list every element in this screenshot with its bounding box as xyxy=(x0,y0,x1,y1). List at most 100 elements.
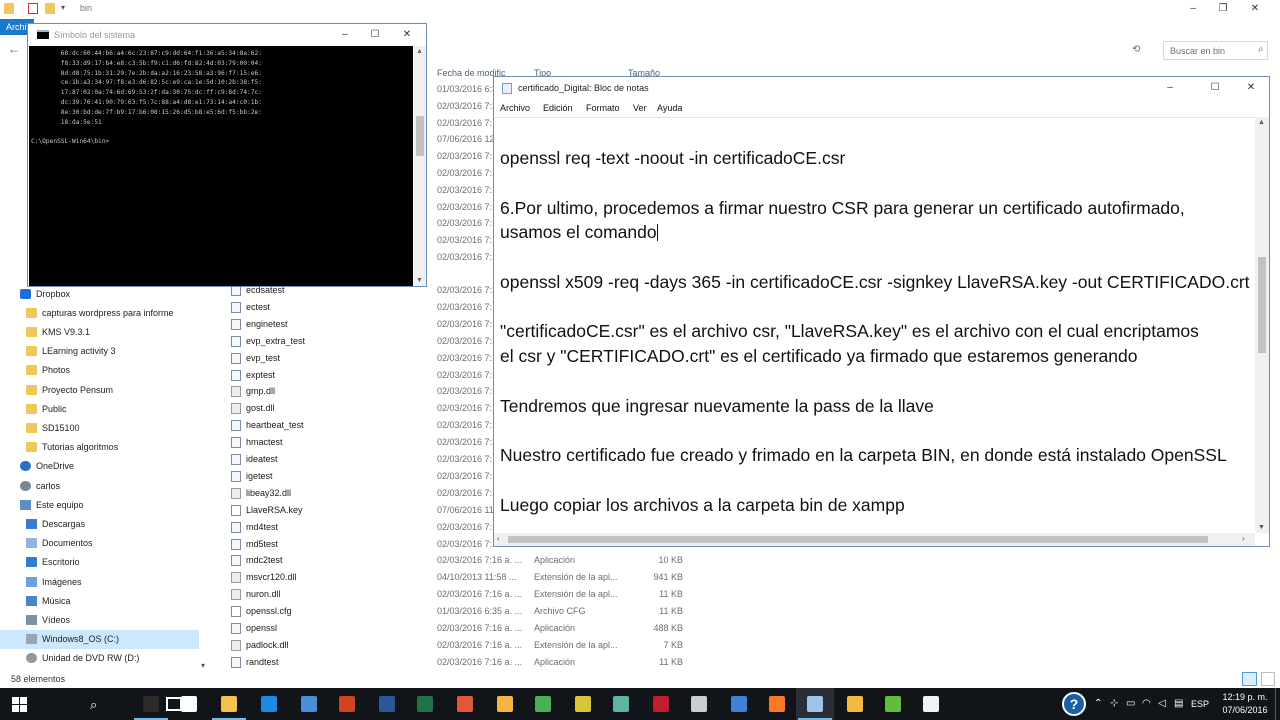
notepad-window[interactable]: certificado_Digital: Bloc de notas – ☐ ✕… xyxy=(493,76,1270,547)
chrome-app-button[interactable] xyxy=(524,688,562,720)
menu-formato[interactable]: Formato xyxy=(586,103,620,113)
scroll-thumb[interactable] xyxy=(508,536,1208,543)
file-row[interactable]: openssl.cfg 01/03/2016 6:35 a. ... Archivo… xyxy=(226,603,706,620)
nav-item[interactable]: Escritorio xyxy=(0,553,199,572)
quick-access-dropdown-icon[interactable]: ▾ xyxy=(61,3,71,14)
notepad-app-button[interactable] xyxy=(796,688,834,720)
nav-item[interactable]: Photos xyxy=(0,361,199,380)
cmd-close-button[interactable]: ✕ xyxy=(392,26,422,44)
scroll-thumb[interactable] xyxy=(416,116,424,156)
notepad-horizontal-scrollbar[interactable]: ‹ › xyxy=(494,533,1255,546)
xampp-app-button[interactable] xyxy=(758,688,796,720)
explorer-app-button[interactable] xyxy=(210,688,248,720)
task-view-button[interactable] xyxy=(78,688,182,720)
clock-date[interactable]: 07/06/2016 xyxy=(1221,705,1269,715)
media-app-button[interactable] xyxy=(836,688,874,720)
notepad-text-area[interactable]: openssl req -text -noout -in certificado… xyxy=(494,117,1255,533)
file-row[interactable]: mdc2test 02/03/2016 7:16 a. ... Aplicación… xyxy=(226,552,706,569)
refresh-icon[interactable]: ⟲ xyxy=(1132,44,1140,55)
nav-item[interactable]: LEarning activity 3 xyxy=(0,342,199,361)
gitkraken-app-button[interactable] xyxy=(602,688,640,720)
nav-item[interactable]: Tutorias algoritmos xyxy=(0,438,199,457)
battery-icon[interactable]: ▭ xyxy=(1126,698,1135,709)
language-indicator[interactable]: ESP xyxy=(1191,699,1209,709)
excel-app-button[interactable] xyxy=(406,688,444,720)
search-button[interactable]: ⌕ xyxy=(40,688,97,720)
maximize-button[interactable]: ❐ xyxy=(1208,0,1238,18)
notepad-minimize-button[interactable]: – xyxy=(1155,79,1185,97)
scroll-down-icon[interactable]: ▼ xyxy=(1258,524,1265,531)
nav-item[interactable]: Unidad de DVD RW (D:) xyxy=(0,649,199,668)
help-icon[interactable]: ? xyxy=(1062,692,1086,716)
scroll-right-icon[interactable]: › xyxy=(1242,534,1245,543)
word-app-button[interactable] xyxy=(368,688,406,720)
search-input[interactable]: Buscar en bin xyxy=(1163,41,1268,60)
nav-item[interactable]: Descargas xyxy=(0,514,199,533)
nav-item[interactable]: SD15100 xyxy=(0,418,199,437)
scroll-thumb[interactable] xyxy=(1258,257,1266,353)
cmd-console[interactable]: 68:dc:60:44:b6:a4:6c:23:87:c9:dd:64:f1:3… xyxy=(29,46,413,286)
file-row[interactable]: openssl 02/03/2016 7:16 a. ... Aplicación 4… xyxy=(226,620,706,637)
store-app-button[interactable] xyxy=(170,688,208,720)
cmd-app-button[interactable] xyxy=(132,688,170,720)
nav-scrollbar[interactable]: ▾ xyxy=(199,270,212,670)
properties-icon[interactable] xyxy=(28,3,38,14)
virtualbox-app-button[interactable] xyxy=(290,688,328,720)
cmd-minimize-button[interactable]: – xyxy=(330,26,360,44)
menu-archivo[interactable]: Archivo xyxy=(500,103,530,113)
show-desktop-button[interactable] xyxy=(1275,688,1280,720)
network-icon[interactable]: ⊹ xyxy=(1110,698,1118,709)
scroll-down-icon[interactable]: ▾ xyxy=(201,661,205,670)
jdownloader-app-button[interactable] xyxy=(564,688,602,720)
file-row[interactable]: randtest 02/03/2016 7:16 a. ... Aplicación… xyxy=(226,654,706,671)
notepad-vertical-scrollbar[interactable]: ▲ ▼ xyxy=(1255,117,1269,533)
cmd-titlebar[interactable]: Símbolo del sistema – ☐ ✕ xyxy=(28,24,426,46)
file-row[interactable]: padlock.dll 02/03/2016 7:16 a. ... Extensi… xyxy=(226,637,706,654)
scroll-down-icon[interactable]: ▼ xyxy=(416,277,423,284)
nav-item[interactable]: Música xyxy=(0,591,199,610)
command-prompt-window[interactable]: Símbolo del sistema – ☐ ✕ 68:dc:60:44:b6… xyxy=(27,23,427,287)
edge-app-button[interactable] xyxy=(250,688,288,720)
nav-item[interactable]: Documentos xyxy=(0,534,199,553)
file-row[interactable]: msvcr120.dll 04/10/2013 11:58 ... Extensió… xyxy=(226,569,706,586)
show-hidden-icons-icon[interactable]: ⌃ xyxy=(1094,698,1102,709)
cmd-maximize-button[interactable]: ☐ xyxy=(360,26,390,44)
nav-item[interactable]: OneDrive xyxy=(0,457,199,476)
powerpoint-app-button[interactable] xyxy=(328,688,366,720)
clock-time[interactable]: 12:19 p. m. xyxy=(1221,692,1269,702)
notepad-maximize-button[interactable]: ☐ xyxy=(1200,79,1230,97)
nav-item[interactable]: Imágenes xyxy=(0,572,199,591)
app-blue-button[interactable] xyxy=(720,688,758,720)
wifi-icon[interactable]: ◠ xyxy=(1142,698,1151,709)
menu-ver[interactable]: Ver xyxy=(633,103,647,113)
nav-item[interactable]: KMS V9.3.1 xyxy=(0,322,199,341)
scroll-left-icon[interactable]: ‹ xyxy=(497,534,500,543)
file-row[interactable]: nuron.dll 02/03/2016 7:16 a. ... Extensión… xyxy=(226,586,706,603)
nav-item[interactable]: Windows8_OS (C:) xyxy=(0,629,199,649)
details-view-icon[interactable] xyxy=(1242,672,1257,686)
minimize-button[interactable]: – xyxy=(1178,0,1208,18)
menu-edicion[interactable]: Edición xyxy=(543,103,573,113)
notepad-close-button[interactable]: ✕ xyxy=(1236,79,1266,97)
start-button[interactable] xyxy=(0,688,38,720)
app-white-button[interactable] xyxy=(912,688,950,720)
game-app-button[interactable] xyxy=(446,688,484,720)
notepad-titlebar[interactable]: certificado_Digital: Bloc de notas – ☐ ✕ xyxy=(494,77,1269,99)
scroll-up-icon[interactable]: ▲ xyxy=(1258,119,1265,126)
nav-item[interactable]: Public xyxy=(0,399,199,418)
back-arrow-icon[interactable]: ← xyxy=(8,42,20,56)
nav-item[interactable]: Vídeos xyxy=(0,610,199,629)
close-button[interactable]: ✕ xyxy=(1240,0,1270,18)
cmd-scrollbar[interactable]: ▲ ▼ xyxy=(414,46,426,286)
camtasia-app-button[interactable] xyxy=(874,688,912,720)
sublime-app-button[interactable] xyxy=(486,688,524,720)
nav-item[interactable]: Este equipo xyxy=(0,495,199,514)
scroll-up-icon[interactable]: ▲ xyxy=(416,48,423,55)
notification-icon[interactable]: ▤ xyxy=(1174,698,1183,709)
nav-item[interactable]: Proyecto Pensum xyxy=(0,380,199,399)
nav-item[interactable]: carlos xyxy=(0,476,199,495)
volume-icon[interactable]: ◁ xyxy=(1158,698,1166,709)
new-folder-icon[interactable] xyxy=(45,3,55,14)
large-icons-view-icon[interactable] xyxy=(1261,672,1275,686)
menu-ayuda[interactable]: Ayuda xyxy=(657,103,682,113)
